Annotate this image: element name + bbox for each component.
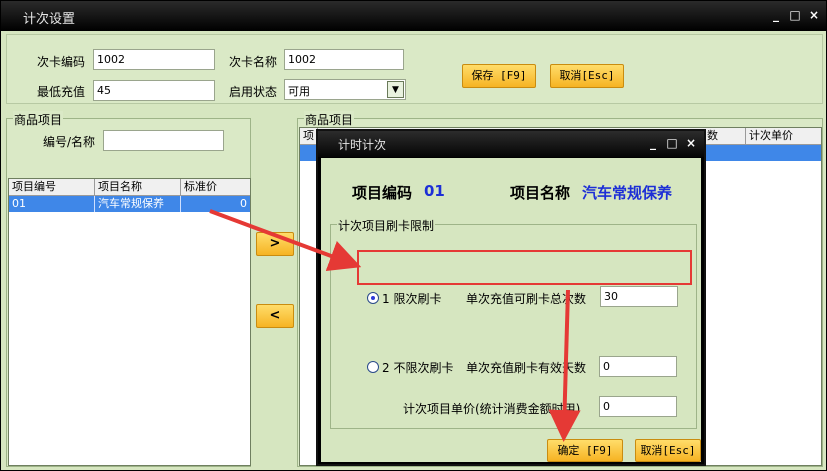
arrow-to-confirm bbox=[548, 289, 581, 442]
annotation-arrows bbox=[209, 209, 581, 442]
arrow-to-limit bbox=[209, 209, 362, 272]
